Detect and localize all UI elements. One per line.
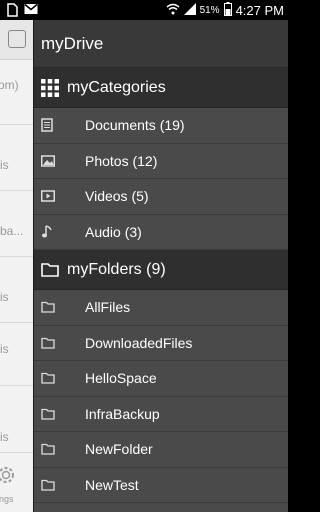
folder-item-infrabackup[interactable]: InfraBackup [34,396,288,432]
folder-icon [40,260,60,280]
navigation-drawer: myDrive myCategories Documents (19) Phot… [33,20,288,512]
folder-label: DownloadedFiles [85,334,193,351]
folder-label: InfraBackup [85,405,160,422]
section-header-folders[interactable]: myFolders (9) [34,250,288,290]
category-item-photos[interactable]: Photos (12) [34,143,288,179]
folder-label: NewFolder [85,441,153,458]
wifi-icon [166,3,180,18]
section-header-label: myFolders (9) [67,260,166,278]
background-app: om) is ba... is is is ttings [0,20,33,512]
background-text: om) [0,78,19,92]
grid-icon [40,78,60,98]
category-label: Videos (5) [85,188,149,205]
photo-icon [34,155,74,167]
gear-icon [0,463,18,492]
folder-icon [34,443,74,455]
category-item-documents[interactable]: Documents (19) [34,108,288,144]
folder-item-allfiles[interactable]: AllFiles [34,290,288,326]
document-icon [34,118,74,132]
section-header-label: myCategories [67,78,166,96]
category-label: Documents (19) [85,117,185,134]
divider [0,124,33,125]
folder-label: HelloSpace [85,370,157,387]
background-text: is [0,342,9,356]
background-text: is [0,158,9,172]
folder-icon [34,408,74,420]
settings-label: ttings [0,494,14,504]
divider [0,322,33,323]
category-label: Audio (3) [85,223,142,240]
folder-icon [34,337,74,349]
folder-item-partial[interactable] [34,503,288,512]
folder-label: NewTest [85,476,139,493]
video-icon [34,190,74,202]
folder-item-newtest[interactable]: NewTest [34,467,288,503]
battery-percent: 51% [199,5,220,16]
music-note-icon [34,225,74,239]
background-text: is [0,430,9,444]
folder-item-hellospace[interactable]: HelloSpace [34,361,288,397]
settings-button[interactable]: ttings [0,452,33,512]
category-item-audio[interactable]: Audio (3) [34,214,288,250]
sync-icon[interactable] [8,30,26,48]
divider [0,256,33,257]
folder-item-downloadedfiles[interactable]: DownloadedFiles [34,325,288,361]
section-header-categories[interactable]: myCategories [34,68,288,108]
folder-icon [34,479,74,491]
background-text: ba... [0,224,24,238]
folder-icon [34,301,74,313]
clock: 4:27 PM [235,3,284,18]
divider [0,190,33,191]
background-app-header [0,20,33,60]
folder-icon [34,372,74,384]
signal-icon [183,3,196,18]
category-item-videos[interactable]: Videos (5) [34,179,288,215]
folder-label: AllFiles [85,299,131,316]
category-label: Photos (12) [85,152,158,169]
divider [0,385,33,386]
status-bar: 51% 4:27 PM [0,0,288,20]
gmail-icon [24,3,38,20]
battery-icon [223,2,232,19]
folder-item-newfolder[interactable]: NewFolder [34,432,288,468]
background-text: is [0,290,9,304]
drawer-title: myDrive [34,20,288,68]
sd-card-icon [6,3,18,20]
